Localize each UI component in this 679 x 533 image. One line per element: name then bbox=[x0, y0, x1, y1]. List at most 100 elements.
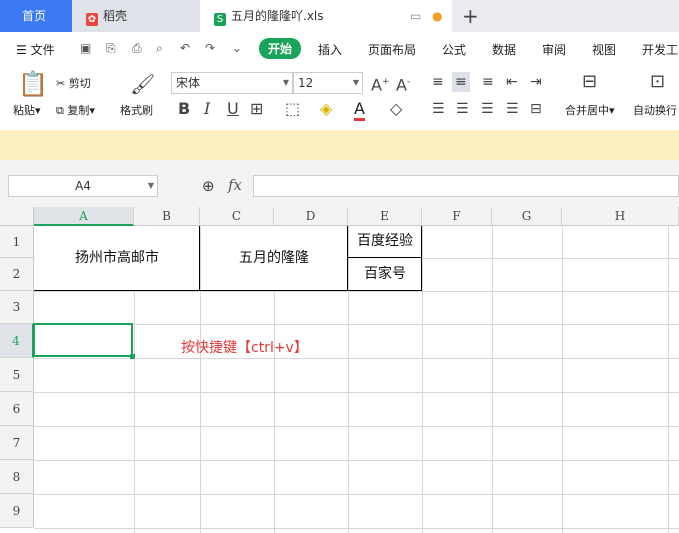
decrease-font-icon[interactable]: A- bbox=[396, 74, 410, 93]
formula-input[interactable] bbox=[253, 175, 679, 197]
row-header[interactable]: 3 bbox=[0, 291, 34, 324]
cell-a1[interactable]: 扬州市高邮市 bbox=[35, 226, 199, 290]
hamburger-icon: ☰ bbox=[16, 43, 27, 57]
eraser-icon[interactable]: ◇ bbox=[390, 101, 402, 117]
row-header[interactable]: 9 bbox=[0, 494, 34, 528]
align-middle-icon[interactable]: ≡ bbox=[452, 72, 470, 92]
copy-label: 复制 bbox=[67, 104, 90, 117]
column-header[interactable]: F bbox=[422, 207, 492, 226]
notice-bar bbox=[0, 130, 679, 160]
select-all-corner[interactable] bbox=[0, 207, 34, 226]
merge-center-button[interactable]: 合并居中▾ bbox=[565, 102, 615, 118]
menu-insert[interactable]: 插入 bbox=[318, 41, 342, 58]
scissors-icon: ✂ bbox=[56, 77, 66, 90]
column-header[interactable]: G bbox=[492, 207, 562, 226]
row-header[interactable]: 6 bbox=[0, 392, 34, 426]
save-icon[interactable]: ▣ bbox=[80, 41, 91, 55]
align-left-icon[interactable]: ☰ bbox=[432, 101, 445, 117]
increase-font-icon[interactable]: A+ bbox=[371, 74, 390, 93]
font-size-select[interactable]: 12 ▼ bbox=[293, 72, 363, 94]
column-header[interactable]: D bbox=[274, 207, 348, 226]
tab-daoke-label: 稻壳 bbox=[103, 9, 128, 23]
auto-wrap-button[interactable]: 自动换行 bbox=[633, 102, 677, 118]
copy-button[interactable]: ⧉ 复制▾ bbox=[56, 102, 95, 118]
format-painter-icon[interactable]: 🖌 bbox=[130, 74, 155, 94]
merge-center-label: 合并居中 bbox=[565, 104, 609, 117]
file-menu-label: 文件 bbox=[30, 43, 55, 57]
paste-icon[interactable]: 📋 bbox=[18, 72, 48, 96]
monitor-icon[interactable]: ▭ bbox=[410, 0, 421, 32]
unsaved-dot-icon: ● bbox=[432, 9, 443, 23]
table-border bbox=[421, 226, 422, 291]
tab-home[interactable]: 首页 bbox=[0, 0, 72, 32]
file-menu[interactable]: ☰ 文件 bbox=[16, 41, 55, 58]
row-header[interactable]: 1 bbox=[0, 226, 34, 258]
distributed-icon[interactable]: ⊟ bbox=[530, 101, 542, 117]
menu-review[interactable]: 审阅 bbox=[542, 41, 566, 58]
column-header[interactable]: C bbox=[200, 207, 274, 226]
align-right-icon[interactable]: ☰ bbox=[481, 101, 494, 117]
paste-button[interactable]: 粘贴▾ bbox=[13, 102, 41, 118]
row-header[interactable]: 7 bbox=[0, 426, 34, 460]
menu-view[interactable]: 视图 bbox=[592, 41, 616, 58]
selected-cell-a4[interactable] bbox=[33, 323, 133, 357]
column-header[interactable]: E bbox=[348, 207, 422, 226]
tab-daoke[interactable]: ✿ 稻壳 bbox=[72, 0, 200, 32]
cell-e2[interactable]: 百家号 bbox=[349, 258, 421, 290]
menu-page-layout[interactable]: 页面布局 bbox=[368, 41, 416, 58]
spreadsheet-icon: S bbox=[214, 13, 226, 26]
new-tab-button[interactable]: + bbox=[462, 0, 484, 32]
table-border bbox=[348, 257, 422, 258]
column-header[interactable]: H bbox=[562, 207, 679, 226]
border-icon[interactable]: ⊞ bbox=[250, 101, 263, 117]
menu-formula[interactable]: 公式 bbox=[442, 41, 466, 58]
format-painter-button[interactable]: 格式刷 bbox=[120, 102, 153, 118]
justify-icon[interactable]: ☰ bbox=[506, 101, 519, 117]
row-header[interactable]: 4 bbox=[0, 324, 34, 358]
row-header[interactable]: 5 bbox=[0, 358, 34, 392]
merge-center-icon[interactable]: ⊟ bbox=[582, 73, 597, 91]
row-header[interactable]: 2 bbox=[0, 258, 34, 291]
chevron-down-icon: ▼ bbox=[282, 78, 289, 87]
zoom-icon[interactable]: ⊕ bbox=[202, 178, 215, 194]
font-color-icon[interactable]: A bbox=[354, 99, 365, 121]
paste-label: 粘贴 bbox=[13, 104, 35, 117]
print-icon[interactable]: ⎙ bbox=[132, 41, 142, 56]
cell-e1[interactable]: 百度经验 bbox=[349, 226, 421, 257]
column-header[interactable]: A bbox=[34, 207, 134, 226]
menu-developer[interactable]: 开发工 bbox=[642, 41, 678, 58]
tab-file[interactable]: S 五月的隆隆吖.xls ▭ ● bbox=[200, 0, 452, 32]
table-border bbox=[199, 226, 200, 291]
undo-icon[interactable]: ↶ bbox=[180, 41, 190, 55]
underline-icon[interactable]: U bbox=[227, 101, 239, 117]
menu-start[interactable]: 开始 bbox=[259, 38, 302, 59]
name-box[interactable]: A4 ▼ bbox=[8, 175, 158, 197]
align-center-icon[interactable]: ☰ bbox=[456, 101, 469, 117]
cell-style-icon[interactable]: ⬚ bbox=[285, 101, 300, 117]
align-top-icon[interactable]: ≡ bbox=[432, 74, 444, 90]
column-header[interactable]: B bbox=[134, 207, 200, 226]
grid-line bbox=[34, 291, 679, 292]
increase-indent-icon[interactable]: ⇥ bbox=[530, 74, 542, 90]
grid-line bbox=[34, 494, 679, 495]
daoke-icon: ✿ bbox=[86, 13, 98, 26]
print-preview-icon[interactable]: ⌕ bbox=[156, 41, 163, 56]
font-name-select[interactable]: 宋体 ▼ bbox=[171, 72, 293, 94]
align-bottom-icon[interactable]: ≡ bbox=[482, 74, 494, 90]
fx-icon[interactable]: fx bbox=[228, 176, 242, 194]
auto-wrap-icon[interactable]: ⊡ bbox=[650, 73, 665, 91]
redo-icon[interactable]: ↷ bbox=[205, 41, 215, 55]
fill-handle[interactable] bbox=[130, 354, 135, 359]
fill-color-icon[interactable]: ◈ bbox=[320, 101, 332, 117]
name-box-value: A4 bbox=[75, 179, 91, 193]
row-header[interactable]: 8 bbox=[0, 460, 34, 494]
cut-button[interactable]: ✂ 剪切 bbox=[56, 75, 91, 91]
font-size-value: 12 bbox=[298, 76, 314, 90]
export-icon[interactable]: ⎘ bbox=[106, 41, 116, 56]
decrease-indent-icon[interactable]: ⇤ bbox=[506, 74, 518, 90]
bold-icon[interactable]: B bbox=[178, 101, 190, 117]
more-icon[interactable]: ⌄ bbox=[232, 41, 242, 55]
menu-data[interactable]: 数据 bbox=[492, 41, 516, 58]
italic-icon[interactable]: I bbox=[204, 101, 210, 117]
cell-c1[interactable]: 五月的隆隆 bbox=[201, 226, 347, 290]
